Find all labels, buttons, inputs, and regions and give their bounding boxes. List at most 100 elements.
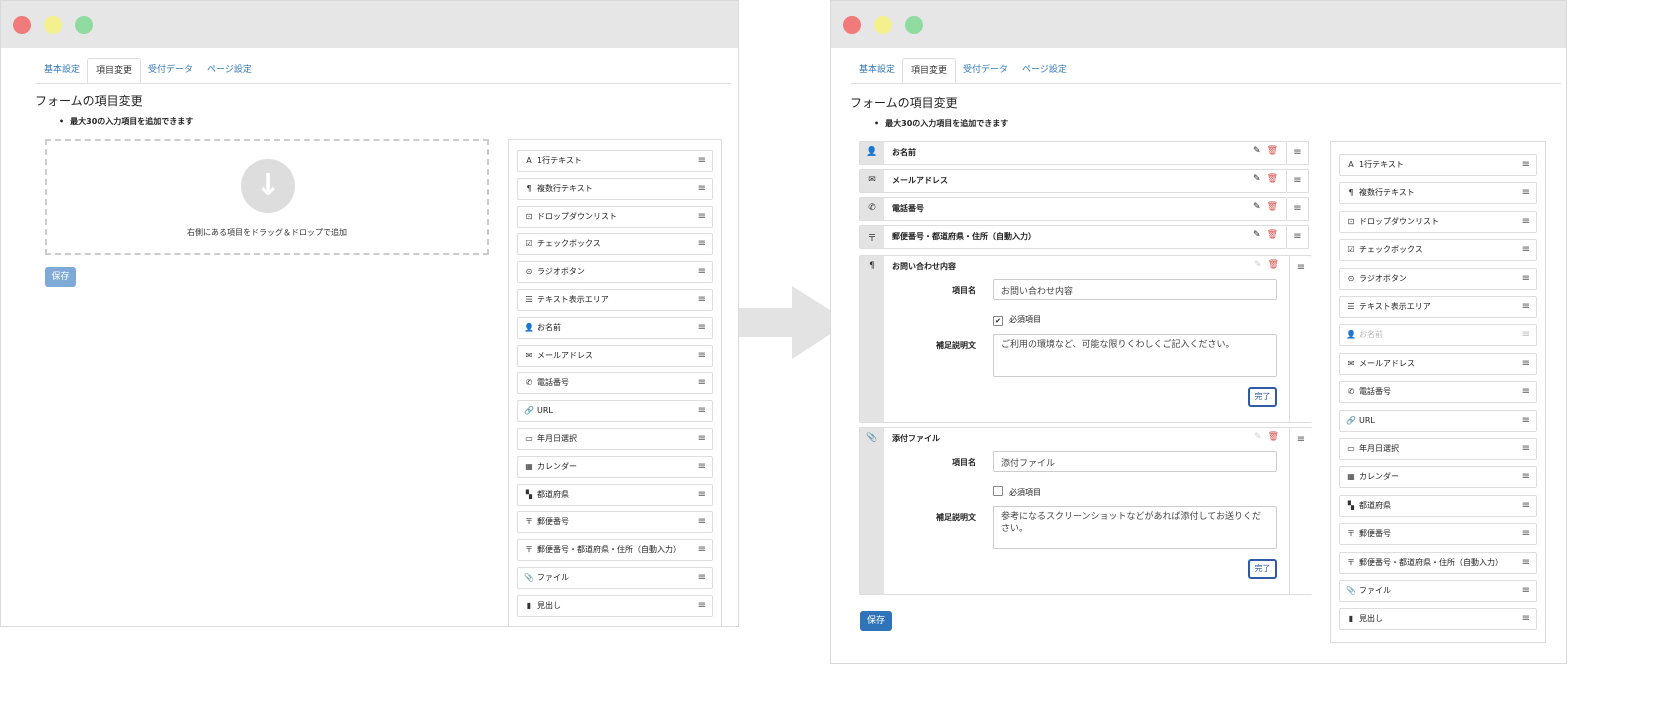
minimize-dot[interactable] bbox=[44, 16, 62, 34]
drag-bar[interactable]: 〒 bbox=[860, 226, 884, 248]
edit-pencil-icon[interactable]: ✎ bbox=[1254, 260, 1262, 270]
drag-handle-icon[interactable]: ≡ bbox=[698, 207, 706, 227]
palette-item-date-select[interactable]: ▭ 年月日選択 ≡ bbox=[517, 428, 713, 450]
palette-item-dropdown-list[interactable]: ⊡ ドロップダウンリスト ≡ bbox=[517, 205, 713, 228]
drag-handle-icon[interactable]: ≡ bbox=[698, 318, 706, 338]
drag-handle-icon[interactable]: ≡ bbox=[1522, 609, 1530, 629]
tab-received[interactable]: 受付データ bbox=[140, 58, 201, 83]
field-name-input[interactable]: お問い合わせ内容 bbox=[993, 279, 1277, 300]
tab-basic[interactable]: 基本設定 bbox=[851, 58, 903, 83]
palette-item-file[interactable]: 📎 ファイル ≡ bbox=[1339, 580, 1537, 602]
palette-item-phone[interactable]: ✆ 電話番号 ≡ bbox=[1339, 381, 1537, 404]
tab-basic[interactable]: 基本設定 bbox=[36, 58, 88, 83]
drag-handle-icon[interactable]: ≡ bbox=[1522, 354, 1530, 374]
drag-handle-icon[interactable]: ≡ bbox=[1522, 325, 1530, 345]
drag-handle-icon[interactable]: ≡ bbox=[1522, 553, 1530, 573]
drag-handle-icon[interactable]: ≡ bbox=[1522, 269, 1530, 289]
field-name-input[interactable]: 添付ファイル bbox=[993, 451, 1277, 472]
sort-handle-icon[interactable]: ≡ bbox=[1287, 225, 1309, 249]
delete-trash-icon[interactable]: 🗑 bbox=[1267, 174, 1278, 184]
palette-item-postal-address-auto[interactable]: 〒郵便番号・都道府県・住所（自動入力） ≡ bbox=[517, 539, 713, 562]
sort-handle-icon[interactable]: ≡ bbox=[1287, 141, 1309, 165]
required-checkbox[interactable]: ✔ 必須項目 bbox=[993, 314, 1041, 326]
form-item-email[interactable]: ✉ メールアドレス ✎ 🗑 bbox=[859, 169, 1287, 193]
checkbox-box[interactable] bbox=[993, 486, 1003, 496]
palette-item-prefecture[interactable]: ▚ 都道府県 ≡ bbox=[517, 483, 713, 506]
palette-item-radio-button[interactable]: ⊙ ラジオボタン ≡ bbox=[1339, 267, 1537, 290]
close-dot[interactable] bbox=[843, 16, 861, 34]
palette-item-text-display-area[interactable]: ☰ テキスト表示エリア ≡ bbox=[1339, 296, 1537, 318]
sort-handle-icon[interactable]: ≡ bbox=[1287, 169, 1309, 193]
drag-handle-icon[interactable]: ≡ bbox=[1522, 467, 1530, 487]
palette-item-calendar[interactable]: ▦ カレンダー ≡ bbox=[517, 455, 713, 478]
palette-item-radio-button[interactable]: ⊙ ラジオボタン ≡ bbox=[517, 261, 713, 284]
palette-item-email[interactable]: ✉ メールアドレス ≡ bbox=[517, 344, 713, 367]
delete-trash-icon[interactable]: 🗑 bbox=[1267, 202, 1278, 212]
palette-item-checkbox[interactable]: ☑ チェックボックス ≡ bbox=[517, 233, 713, 256]
palette-item-multi-line-text[interactable]: ¶ 複数行テキスト ≡ bbox=[1339, 182, 1537, 205]
palette-item-heading[interactable]: ▮ 見出し ≡ bbox=[517, 594, 713, 617]
palette-item-dropdown-list[interactable]: ⊡ ドロップダウンリスト ≡ bbox=[1339, 210, 1537, 233]
palette-item-postal-address-auto[interactable]: 〒郵便番号・都道府県・住所（自動入力） ≡ bbox=[1339, 551, 1537, 574]
drag-handle-icon[interactable]: ≡ bbox=[698, 262, 706, 282]
edit-pencil-icon[interactable]: ✎ bbox=[1253, 174, 1261, 184]
delete-trash-icon[interactable]: 🗑 bbox=[1268, 432, 1279, 442]
palette-item-url[interactable]: 🔗 URL ≡ bbox=[517, 400, 713, 423]
form-item-name[interactable]: 👤 お名前 ✎ 🗑 bbox=[859, 141, 1287, 165]
drag-handle-icon[interactable]: ≡ bbox=[1522, 212, 1530, 232]
description-textarea[interactable]: 参考になるスクリーンショットなどがあれば添付してお送りください。 bbox=[993, 506, 1277, 549]
drag-bar[interactable]: ¶ bbox=[860, 256, 884, 422]
palette-item-email[interactable]: ✉ メールアドレス ≡ bbox=[1339, 352, 1537, 375]
palette-item-single-line-text[interactable]: A 1行テキスト ≡ bbox=[517, 150, 713, 172]
delete-trash-icon[interactable]: 🗑 bbox=[1268, 260, 1279, 270]
drag-handle-icon[interactable]: ≡ bbox=[698, 540, 706, 560]
save-button[interactable]: 保存 bbox=[860, 611, 892, 631]
drag-handle-icon[interactable]: ≡ bbox=[1522, 297, 1530, 317]
drag-handle-icon[interactable]: ≡ bbox=[698, 457, 706, 477]
done-button[interactable]: 完了 bbox=[1248, 387, 1277, 407]
drag-handle-icon[interactable]: ≡ bbox=[698, 512, 706, 532]
drag-handle-icon[interactable]: ≡ bbox=[1522, 439, 1530, 459]
edit-pencil-icon[interactable]: ✎ bbox=[1253, 202, 1261, 212]
drag-handle-icon[interactable]: ≡ bbox=[698, 346, 706, 366]
drag-handle-icon[interactable]: ≡ bbox=[1522, 581, 1530, 601]
drag-handle-icon[interactable]: ≡ bbox=[698, 373, 706, 393]
drag-handle-icon[interactable]: ≡ bbox=[698, 596, 706, 616]
drag-handle-icon[interactable]: ≡ bbox=[1522, 240, 1530, 260]
drag-handle-icon[interactable]: ≡ bbox=[1522, 183, 1530, 203]
drag-bar[interactable]: 👤 bbox=[860, 142, 884, 164]
palette-item-file[interactable]: 📎 ファイル ≡ bbox=[517, 567, 713, 589]
edit-pencil-icon[interactable]: ✎ bbox=[1253, 230, 1261, 240]
edit-pencil-icon[interactable]: ✎ bbox=[1254, 432, 1262, 442]
drag-bar[interactable]: ✉ bbox=[860, 170, 884, 192]
palette-item-text-display-area[interactable]: ☰ テキスト表示エリア ≡ bbox=[517, 289, 713, 311]
drag-handle-icon[interactable]: ≡ bbox=[698, 179, 706, 199]
palette-item-single-line-text[interactable]: A 1行テキスト ≡ bbox=[1339, 154, 1537, 176]
palette-item-checkbox[interactable]: ☑ チェックボックス ≡ bbox=[1339, 239, 1537, 262]
drag-handle-icon[interactable]: ≡ bbox=[1522, 155, 1530, 175]
palette-item-date-select[interactable]: ▭ 年月日選択 ≡ bbox=[1339, 438, 1537, 460]
drag-handle-icon[interactable]: ≡ bbox=[1522, 411, 1530, 431]
palette-item-name[interactable]: 👤 お名前 ≡ bbox=[517, 316, 713, 339]
zoom-dot[interactable] bbox=[905, 16, 923, 34]
palette-item-multi-line-text[interactable]: ¶ 複数行テキスト ≡ bbox=[517, 177, 713, 200]
drag-handle-icon[interactable]: ≡ bbox=[698, 290, 706, 310]
minimize-dot[interactable] bbox=[874, 16, 892, 34]
drop-zone[interactable]: ↓ 右側にある項目をドラッグ＆ドロップで追加 bbox=[45, 139, 489, 255]
form-item-postal-address-auto[interactable]: 〒郵便番号・都道府県・住所（自動入力） ✎ 🗑 bbox=[859, 225, 1287, 249]
tab-items[interactable]: 項目変更 bbox=[902, 58, 957, 83]
drag-handle-icon[interactable]: ≡ bbox=[698, 568, 706, 588]
delete-trash-icon[interactable]: 🗑 bbox=[1267, 146, 1278, 156]
required-checkbox[interactable]: 必須項目 bbox=[993, 486, 1041, 498]
palette-item-heading[interactable]: ▮ 見出し ≡ bbox=[1339, 608, 1537, 631]
edit-pencil-icon[interactable]: ✎ bbox=[1253, 146, 1261, 156]
drag-handle-icon[interactable]: ≡ bbox=[698, 234, 706, 254]
tab-page[interactable]: ページ設定 bbox=[199, 58, 260, 83]
tab-items[interactable]: 項目変更 bbox=[87, 58, 142, 83]
palette-item-calendar[interactable]: ▦ カレンダー ≡ bbox=[1339, 466, 1537, 489]
delete-trash-icon[interactable]: 🗑 bbox=[1267, 230, 1278, 240]
save-button[interactable]: 保存 bbox=[45, 267, 76, 287]
drag-handle-icon[interactable]: ≡ bbox=[698, 429, 706, 449]
description-textarea[interactable]: ご利用の環境など、可能な限りくわしくご記入ください。 bbox=[993, 334, 1277, 377]
tab-page[interactable]: ページ設定 bbox=[1014, 58, 1075, 83]
